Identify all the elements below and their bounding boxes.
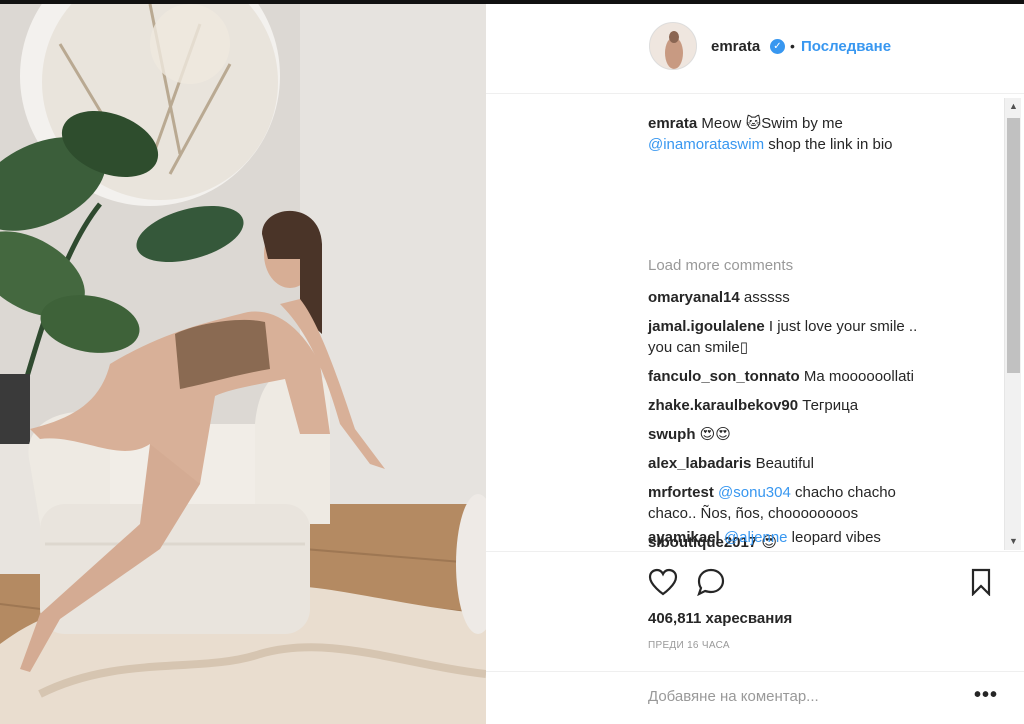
comment-text-2: chaco.. Ños, ños, choooooooos [648,505,859,522]
comment-username[interactable]: jamal.igoulalene [648,318,765,335]
heart-icon-svg [648,568,678,596]
post-actions: 406,811 харесвания ПРЕДИ 16 ЧАСА [486,551,1024,671]
caption: emrata Meow 🐱Swim by me @inamorataswim s… [648,113,948,155]
comment-username[interactable]: alex_labadaris [648,455,751,472]
comment-mention[interactable]: @aljenne [724,529,788,546]
heart-icon[interactable] [648,568,678,601]
comment-username[interactable]: swuph [648,426,696,443]
likes-count[interactable]: 406,811 харесвания [648,610,792,627]
caption-username[interactable]: emrata [648,115,697,132]
comment-username[interactable]: mrfortest [648,484,714,501]
comment-item: omaryanal14 asssss [648,287,948,308]
verified-badge-icon: ✓ [770,39,785,54]
comment-text: chacho chacho [790,484,896,501]
comment-item: zhake.karaulbekov90 Тегрица [648,395,948,416]
post-side-panel: emrata ✓ • Последване emrata Meow 🐱Swim … [486,4,1024,724]
comment-mention[interactable]: @sonu304 [718,484,791,501]
more-options-icon[interactable]: ••• [974,684,998,707]
cat-emoji-icon: 🐱 [745,115,762,132]
comment-text: asssss [743,289,790,306]
comment-username[interactable]: zhake.karaulbekov90 [648,397,798,414]
add-comment-bar: Добавяне на коментар... ••• [486,671,1024,724]
comment-text: Тегрица [802,397,859,414]
comment-username[interactable]: omaryanal14 [648,289,740,306]
comment-item: ayamikael @aljenne leopard vibes [648,527,948,548]
comment-text: I just love your smile .. [768,318,918,335]
scroll-thumb[interactable] [1007,118,1020,373]
post-photo[interactable] [0,4,486,724]
comment-item: fanculo_son_tonnato Ma moooooollati [648,366,948,387]
caption-text-3: shop the link in bio [764,136,893,153]
comment-text: leopard vibes [787,529,881,546]
photo-illustration [0,4,486,724]
separator-dot: • [790,38,795,54]
post-time: ПРЕДИ 16 ЧАСА [648,640,730,651]
comment-item: jamal.igoulalene I just love your smile … [648,316,948,358]
comments-scrollbar[interactable]: ▲ ▼ [1004,98,1021,550]
bookmark-icon[interactable] [970,568,992,601]
instagram-post-view: emrata ✓ • Последване emrata Meow 🐱Swim … [0,0,1024,724]
add-comment-input[interactable]: Добавяне на коментар... [648,688,819,705]
avatar-image [650,23,696,69]
comment-item: swuph 😍😍 [648,424,948,445]
scroll-up-arrow-icon[interactable]: ▲ [1005,98,1022,115]
comment-username[interactable]: ayamikael [648,529,720,546]
comment-text-2: you can smile▯ [648,339,748,356]
comment-icon[interactable] [696,568,726,601]
caption-mention[interactable]: @inamorataswim [648,136,764,153]
username[interactable]: emrata [711,38,760,55]
avatar[interactable] [649,22,697,70]
comments-list: emrata Meow 🐱Swim by me @inamorataswim s… [486,95,1006,551]
comment-text: 😍😍 [699,426,731,443]
scroll-down-arrow-icon[interactable]: ▼ [1005,533,1022,550]
comment-text: Beautiful [755,455,814,472]
caption-text: Meow [701,115,746,132]
load-more-comments-button[interactable]: Load more comments [648,257,793,274]
caption-text-2: Swim by me [761,115,843,132]
post-header: emrata ✓ • Последване [486,4,1024,94]
comment-text: Ma moooooollati [803,368,914,385]
follow-button[interactable]: Последване [801,38,891,55]
comment-username[interactable]: fanculo_son_tonnato [648,368,800,385]
comment-item: mrfortest @sonu304 chacho chacho chaco..… [648,482,948,524]
comment-icon-svg [697,568,725,597]
comment-item: alex_labadaris Beautiful [648,453,948,474]
bookmark-icon-svg [971,568,991,597]
